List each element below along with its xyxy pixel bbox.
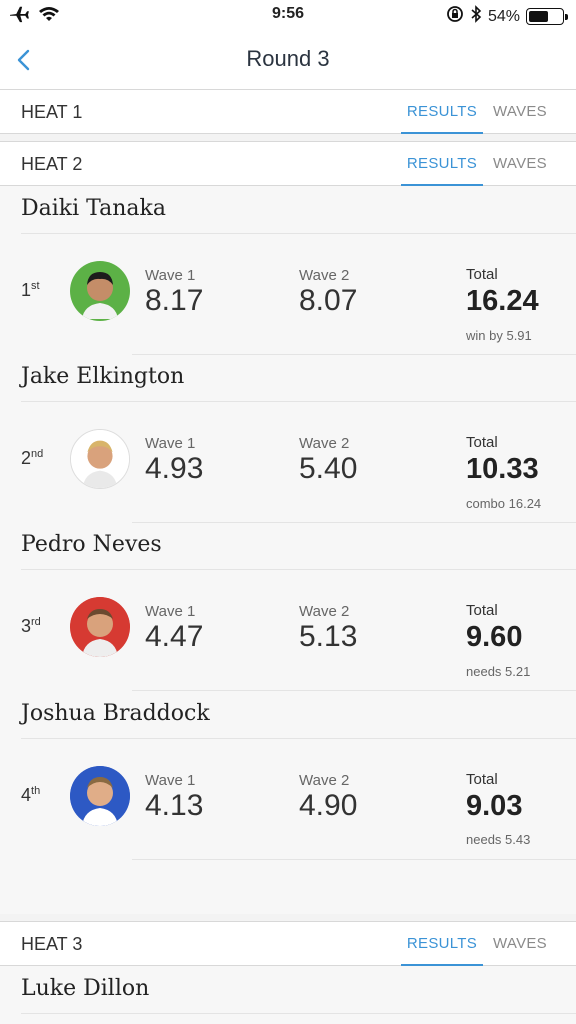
battery-icon (526, 8, 568, 25)
section-gap (0, 134, 576, 142)
total-score: 9.60 (466, 621, 523, 653)
bluetooth-icon (470, 5, 482, 28)
wave1-score: 4.93 (145, 452, 204, 485)
wave2-score: 4.90 (299, 789, 358, 822)
rotation-lock-icon (446, 5, 464, 28)
total-note: needs 5.21 (466, 664, 531, 679)
surfer-name: Pedro Neves (21, 532, 162, 557)
divider (21, 1013, 576, 1014)
divider (132, 522, 576, 523)
surfer-name: Luke Dillon (21, 976, 150, 1001)
heat-label: HEAT 1 (21, 102, 83, 122)
rank: 1st (21, 280, 40, 300)
wave2-score: 5.40 (299, 452, 358, 485)
wave2-score: 5.13 (299, 620, 358, 653)
surfer-name: Daiki Tanaka (21, 196, 166, 221)
tab-results[interactable]: RESULTS (401, 142, 483, 186)
total-note: combo 16.24 (466, 496, 542, 511)
divider (132, 690, 576, 691)
rank: 3rd (21, 616, 41, 636)
navigation-bar: Round 3 (0, 30, 576, 90)
surfer-name: Jake Elkington (21, 364, 185, 389)
divider (21, 233, 576, 234)
tab-waves[interactable]: WAVES (483, 90, 557, 134)
wave2-label: Wave 2 (299, 772, 350, 789)
rank: 4th (21, 785, 41, 805)
wave2-score: 8.07 (299, 284, 358, 317)
heat-header-1[interactable]: HEAT 1 RESULTS WAVES (0, 90, 576, 134)
total-score: 9.03 (466, 790, 523, 822)
wave1-score: 4.13 (145, 789, 204, 822)
rank: 2nd (21, 448, 44, 468)
wave1-label: Wave 1 (145, 435, 196, 452)
total-note: win by 5.91 (466, 328, 532, 343)
wave2-label: Wave 2 (299, 435, 350, 452)
total-label: Total (466, 602, 498, 619)
surfer-avatar[interactable] (70, 766, 130, 826)
battery-percent: 54% (487, 7, 520, 25)
wave2-label: Wave 2 (299, 267, 350, 284)
total-label: Total (466, 266, 498, 283)
page-title: Round 3 (246, 46, 330, 71)
section-gap (0, 914, 576, 922)
heat-label: HEAT 3 (21, 934, 83, 954)
total-note: needs 5.43 (466, 832, 531, 847)
surfer-avatar[interactable] (70, 597, 130, 657)
divider (21, 738, 576, 739)
total-score: 16.24 (466, 285, 539, 317)
wave1-score: 8.17 (145, 284, 204, 317)
tab-waves[interactable]: WAVES (483, 922, 557, 966)
wave2-label: Wave 2 (299, 603, 350, 620)
heat-header-2[interactable]: HEAT 2 RESULTS WAVES (0, 142, 576, 186)
surfer-avatar[interactable] (70, 429, 130, 489)
wave1-label: Wave 1 (145, 772, 196, 789)
surfer-avatar[interactable] (70, 261, 130, 321)
tab-results[interactable]: RESULTS (401, 90, 483, 134)
divider (21, 569, 576, 570)
wave1-score: 4.47 (145, 620, 204, 653)
divider (132, 859, 576, 860)
total-score: 10.33 (466, 453, 539, 485)
total-label: Total (466, 434, 498, 451)
wave1-label: Wave 1 (145, 603, 196, 620)
status-right: 54% (446, 5, 568, 28)
surfer-name: Joshua Braddock (21, 701, 210, 726)
heat-header-3[interactable]: HEAT 3 RESULTS WAVES (0, 922, 576, 966)
status-bar: 9:56 54% (0, 0, 576, 30)
tab-results[interactable]: RESULTS (401, 922, 483, 966)
wave1-label: Wave 1 (145, 267, 196, 284)
heat-label: HEAT 2 (21, 154, 83, 174)
total-label: Total (466, 771, 498, 788)
divider (132, 354, 576, 355)
divider (21, 401, 576, 402)
tab-waves[interactable]: WAVES (483, 142, 557, 186)
